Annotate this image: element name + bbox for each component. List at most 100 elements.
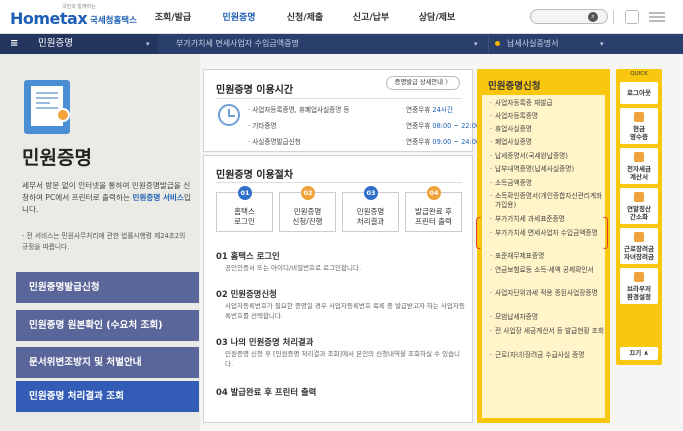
procedure-card: 민원증명 이용절차 01 홈택스 로그인 02 민원증명 신청/진행 03 민원증명… [203,155,473,423]
service-hours-card: 민원증명 이용시간 증명발급 상세안내 〉 · 사업자등록증명, 휴폐업사실증명… [203,69,480,152]
nav-current-page[interactable]: 부가가치세 면세사업자 수입금액증명 [158,34,488,54]
step-login: 01 홈택스 로그인 [216,186,273,232]
procedure-section-title: 01 홈택스 로그인 [216,251,280,261]
menu-civil-certificate[interactable]: 민원증명 [206,10,272,26]
result-inquiry-button[interactable]: 민원증명 처리결과 조회 [16,381,199,412]
step-apply: 02 민원증명 신청/진행 [279,186,336,232]
procedure-section-title: 02 민원증명신청 [216,289,277,299]
quick-e-tax-invoice[interactable]: 전자세금 계산서 [620,148,658,184]
menu-consult-report[interactable]: 상담/제보 [404,10,470,26]
step-number: 04 [427,186,441,200]
quick-menu: QUICK 로그아웃 현금 영수증 전자세금 계산서 연말정산 간소화 근로장려… [616,69,662,365]
step-label: 민원증명 처리결과 [356,207,385,226]
hours-row: · 사업자등록증명, 휴폐업사실증명 등 연중무휴 24시간 [248,104,470,114]
nav-sub-page[interactable]: 납세사실증명서 [488,34,614,54]
heart-icon [634,232,644,242]
quick-close-button[interactable]: 끄기 ∧ [620,347,658,360]
hours-value: 연중무휴 09:00 ~ 24:00 [406,138,481,146]
certificate-document-icon [18,78,78,134]
legal-note: - 전 서비스는 민원사무처리에 관한 법률시행령 제24조2의 규정을 따릅니… [22,232,186,251]
apply-link[interactable]: 근로(자녀)장려금 수급사실 증명 [490,351,608,360]
certificate-apply-panel: 민원증명신청 사업자등록증 재발급 사업자등록증명 휴업사실증명 폐업사실증명 … [477,69,610,423]
procedure-title: 민원증명 이용절차 [216,170,294,181]
step-label: 홈택스 로그인 [234,207,255,226]
apply-link-highlighted[interactable]: 부가가치세 면세사업자 수입금액증명 [490,229,608,238]
quick-cash-receipt[interactable]: 현금 영수증 [620,108,658,144]
certificate-issue-button[interactable]: 민원증명발급신청 [16,272,199,303]
step-print: 04 발급완료 후 프린터 출력 [405,186,462,232]
hours-label: · 사실증명발급신청 [248,138,301,146]
procedure-section-text: 사업자등록번호가 필요한 증명일 경우 사업자등록번호 목록 중 발급받고자 하… [225,302,465,320]
dot-icon [495,41,500,46]
menu-icon[interactable] [648,9,666,25]
hours-row: · 사실증명발급신청 연중무휴 09:00 ~ 24:00 [248,136,480,146]
chevron-down-icon[interactable]: ▾ [600,34,604,54]
apply-link[interactable]: 사업자등록증 재발급 [490,99,608,108]
quick-logout[interactable]: 로그아웃 [620,82,658,104]
menu-inquiry-issue[interactable]: 조회/발급 [140,10,206,26]
nav-current-label: 부가가치세 면세사업자 수입금액증명 [176,39,299,48]
step-label: 민원증명 신청/진행 [292,207,323,226]
procedure-section-title: 04 발급완료 후 프린터 출력 [216,387,317,397]
hours-title: 민원증명 이용시간 [216,85,294,96]
hours-value: 연중무휴 24시간 [406,106,453,114]
quick-earned-income-credit[interactable]: 근로장려금 자녀장려금 [620,228,658,264]
issue-guide-button[interactable]: 증명발급 상세안내 〉 [386,76,460,90]
procedure-section-title: 03 나의 민원증명 처리결과 [216,337,314,347]
apply-link[interactable]: 사업자등록증명 [490,112,608,121]
step-number: 01 [238,186,252,200]
procedure-section-text: 공인인증서 또는 아이디/비밀번호로 로그인합니다. [225,264,362,272]
apply-link[interactable]: 납세증명서(국세완납증명) [490,152,608,161]
apply-link[interactable]: 소득확인증명서(개인종합자산관리계좌 가입용) [490,192,608,210]
sitemap-icon[interactable] [625,10,639,24]
menu-filing-payment[interactable]: 신고/납부 [338,10,404,26]
hamburger-icon[interactable]: ≡ [10,34,18,54]
apply-link[interactable]: 소득금액증명 [490,179,608,188]
location-bar: 민원증명 ≡ ▾ 부가가치세 면세사업자 수입금액증명 ▾ 납세사실증명서 ▾ [0,34,683,54]
procedure-section-text: 민원증명 신청 후 [민원증명 처리결과 조회]에서 본인의 신청내역을 조회하… [225,350,461,368]
header-divider [613,10,614,24]
menu-application[interactable]: 신청/제출 [272,10,338,26]
apply-link[interactable]: 휴업사실증명 [490,125,608,134]
settlement-icon [634,192,644,202]
header: 국민과 함께하는 Hometax 국세청홈택스 조회/발급 민원증명 신청/제출… [0,0,683,34]
hours-row: · 기타증명 연중무휴 08:00 ~ 22:00 [248,120,480,130]
quick-title: QUICK [630,71,648,77]
apply-link[interactable]: 부가가치세 과세표준증명 [490,215,608,224]
logo-subtext: 국세청홈택스 [90,16,137,26]
quick-browser-settings[interactable]: 브라우저 환경설정 [620,268,658,304]
receipt-icon [634,112,644,122]
quick-year-end-settlement[interactable]: 연말정산 간소화 [620,188,658,224]
step-label: 발급완료 후 프린터 출력 [415,207,452,226]
apply-panel-title: 민원증명신청 [488,81,541,92]
nav-sub-label: 납세사실증명서 [507,39,559,48]
chevron-down-icon[interactable]: ▾ [146,34,150,54]
divider [216,98,462,99]
step-number: 03 [364,186,378,200]
desc-highlight: 민원증명 서비스 [132,193,184,202]
apply-link[interactable]: 표준재무제표증명 [490,252,608,261]
clock-icon [218,104,240,126]
hours-label: · 사업자등록증명, 휴폐업사실증명 등 [248,106,350,114]
highlight-bracket-left [476,217,481,249]
logo-text: Hometax [10,9,88,28]
apply-list: 사업자등록증 재발급 사업자등록증명 휴업사실증명 폐업사실증명 납세증명서(국… [482,95,605,418]
apply-link[interactable]: 전 사업장 세금계산서 등 발급현황 조회 [490,327,608,336]
search-icon[interactable]: ⌕ [588,12,598,22]
original-verify-button[interactable]: 민원증명 원본확인 (수요처 조회) [16,310,199,341]
nav-section[interactable]: 민원증명 [0,34,158,54]
main-menu: 조회/발급 민원증명 신청/제출 신고/납부 상담/제보 [140,10,470,26]
apply-link[interactable]: 모범납세자증명 [490,313,608,322]
hours-label: · 기타증명 [248,122,277,130]
apply-link[interactable]: 연금보험료등 소득·세액 공제확인서 [490,266,608,275]
nav-section-label: 민원증명 [38,38,73,49]
step-number: 02 [301,186,315,200]
invoice-icon [634,152,644,162]
step-result: 03 민원증명 처리결과 [342,186,399,232]
apply-link[interactable]: 폐업사실증명 [490,138,608,147]
apply-link[interactable]: 사업자단위과세 적용 종된사업장증명 [490,289,608,298]
apply-link[interactable]: 납부내역증명(납세사실증명) [490,165,608,174]
page-title: 민원증명 [22,147,92,169]
chevron-down-icon[interactable]: ▾ [474,34,478,54]
forgery-prevention-button[interactable]: 문서위변조방지 및 처벌안내 [16,347,199,378]
